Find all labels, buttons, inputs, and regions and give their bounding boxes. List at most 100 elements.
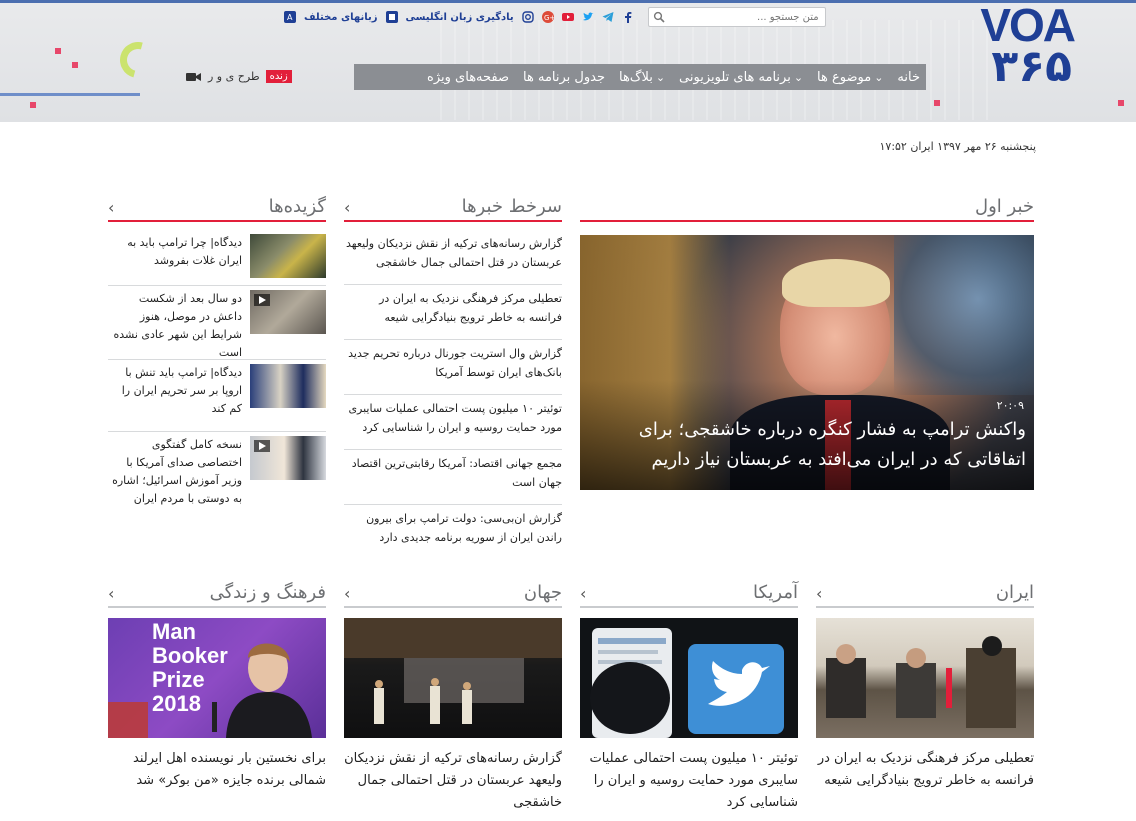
nav-item-label: بلاگ‌ها (619, 69, 653, 85)
list-item[interactable]: دیدگاه| ترامپ باید تنش با اروپا بر سر تح… (108, 360, 326, 432)
list-item-text: نسخه کامل گفتگوی اختصاصی صدای آمریکا با … (112, 438, 242, 505)
culture-card-text[interactable]: برای نخستین بار نویسنده اهل ایرلند شمالی… (108, 748, 326, 792)
chevron-left-icon[interactable]: ‹ (580, 584, 586, 603)
nav-item-schedule[interactable]: جدول برنامه ها (523, 70, 605, 85)
header-decoration (55, 48, 61, 54)
chevron-left-icon[interactable]: ‹ (344, 198, 350, 217)
thumbnail-image (250, 290, 326, 334)
telegram-icon[interactable] (602, 11, 614, 23)
header-decoration (934, 100, 940, 106)
languages-icon[interactable]: A (284, 11, 296, 23)
site-logo[interactable]: VOA ۳۶۵ (944, 2, 1076, 98)
top-story-card[interactable]: ۲۰:۰۹ واکنش ترامپ به فشار کنگره درباره خ… (580, 235, 1034, 490)
learn-english-icon[interactable] (385, 11, 398, 23)
header-decoration (1118, 100, 1124, 106)
iran-card-image[interactable] (816, 618, 1034, 738)
thumbnail-image (250, 364, 326, 408)
current-date: پنجشنبه ۲۶ مهر ۱۳۹۷ ایران ۱۷:۵۲ (879, 140, 1037, 153)
header-decoration (72, 62, 78, 68)
google-plus-icon[interactable]: G+ (541, 11, 554, 23)
languages-link[interactable]: زبانهای مختلف (304, 12, 378, 23)
twitter-logo-photo (590, 628, 784, 738)
picks-list: دیدگاه| چرا ترامپ باید به ایران غلات بفر… (108, 230, 326, 512)
section-title: گزیده‌ها (268, 196, 326, 217)
instagram-icon[interactable] (521, 11, 534, 23)
author-photo (108, 643, 312, 738)
twitter-icon[interactable] (582, 11, 594, 23)
section-title: ایران (995, 582, 1034, 603)
chevron-left-icon[interactable]: ‹ (108, 198, 114, 217)
list-item[interactable]: تعطیلی مرکز فرهنگی نزدیک به ایران در فرا… (344, 285, 562, 340)
video-play-icon (254, 294, 270, 306)
search-input[interactable] (668, 11, 819, 23)
thumbnail-image (250, 436, 326, 480)
america-card-image[interactable] (580, 618, 798, 738)
america-card-text[interactable]: توئیتر ۱۰ میلیون پست احتمالی عملیات سایب… (580, 748, 798, 814)
list-item[interactable]: دو سال بعد از شکست داعش در موصل، هنوز شر… (108, 286, 326, 360)
list-item[interactable]: گزارش ان‌بی‌سی: دولت ترامپ برای بیرون را… (344, 505, 562, 560)
header-decoration (113, 35, 163, 85)
nav-item-label: خانه (897, 69, 920, 85)
chevron-left-icon[interactable]: ‹ (816, 584, 822, 603)
nav-item-home[interactable]: خانه (897, 70, 920, 85)
culture-card-image[interactable]: Man Booker Prize 2018 (108, 618, 326, 738)
list-item[interactable]: گزارش رسانه‌های ترکیه از نقش نزدیکان ولی… (344, 230, 562, 285)
header-decoration (0, 93, 140, 96)
photo-figure (782, 259, 890, 307)
world-card-image[interactable] (344, 618, 562, 738)
site-header: VOA ۳۶۵ A زبانهای مختلف یادگیری زبان انگ… (0, 0, 1136, 122)
section-title: خبر اول (975, 196, 1034, 217)
nav-item-special-pages[interactable]: صفحه‌های ویژه (427, 70, 509, 85)
world-section-header[interactable]: ‹ جهان (344, 578, 562, 608)
video-camera-icon (186, 72, 201, 81)
video-play-icon (254, 440, 270, 452)
search-box[interactable] (647, 7, 826, 27)
main-nav: خانه موضوع ها ⌄ برنامه های تلویزیونی ⌄ بلا… (354, 64, 926, 90)
nav-item-blogs[interactable]: بلاگ‌ها ⌄ (619, 70, 665, 85)
header-decoration (30, 102, 36, 108)
nav-item-label: برنامه های تلویزیونی (679, 69, 791, 85)
live-label: طرح ی و ر (208, 70, 260, 83)
learn-english-link[interactable]: یادگیری زبان انگلیسی (406, 12, 514, 23)
thumbnail-image (250, 234, 326, 278)
iran-section-header[interactable]: ‹ ایران (816, 578, 1034, 608)
nav-item-label: جدول برنامه ها (523, 69, 605, 85)
nav-item-topics[interactable]: موضوع ها ⌄ (817, 70, 883, 85)
meeting-photo (826, 636, 1016, 728)
list-item[interactable]: گزارش وال استریت جورنال درباره تحریم جدی… (344, 340, 562, 395)
headlines-list: گزارش رسانه‌های ترکیه از نقش نزدیکان ولی… (344, 230, 562, 560)
youtube-icon[interactable] (561, 11, 574, 23)
section-title: جهان (523, 582, 562, 603)
list-item-text: دو سال بعد از شکست داعش در موصل، هنوز شر… (113, 292, 242, 359)
headlines-header[interactable]: ‹ سرخط خبرها (344, 192, 562, 222)
chevron-down-icon: ⌄ (793, 70, 804, 84)
photo-background (894, 235, 1034, 395)
list-item[interactable]: نسخه کامل گفتگوی اختصاصی صدای آمریکا با … (108, 432, 326, 512)
section-title: فرهنگ و زندگی (209, 582, 326, 603)
nav-item-label: صفحه‌های ویژه (427, 69, 510, 85)
svg-text:G+: G+ (544, 14, 554, 22)
section-title: سرخط خبرها (461, 196, 562, 217)
list-item[interactable]: دیدگاه| چرا ترامپ باید به ایران غلات بفر… (108, 230, 326, 286)
chevron-left-icon[interactable]: ‹ (344, 584, 350, 603)
list-item[interactable]: توئیتر ۱۰ میلیون پست احتمالی عملیات سایب… (344, 395, 562, 450)
chevron-left-icon[interactable]: ‹ (108, 584, 114, 603)
list-item-text: دیدگاه| چرا ترامپ باید به ایران غلات بفر… (127, 236, 242, 267)
nav-item-tv-programs[interactable]: برنامه های تلویزیونی ⌄ (679, 70, 803, 85)
top-story-header: خبر اول (580, 192, 1034, 222)
iran-card-text[interactable]: تعطیلی مرکز فرهنگی نزدیک به ایران در فرا… (816, 748, 1034, 792)
night-street-photo (344, 618, 562, 724)
live-indicator[interactable]: طرح ی و ر زنده (186, 70, 292, 83)
culture-section-header[interactable]: ‹ فرهنگ و زندگی (108, 578, 326, 608)
facebook-icon[interactable] (622, 11, 634, 23)
list-item-text: دیدگاه| ترامپ باید تنش با اروپا بر سر تح… (121, 366, 242, 415)
top-story-headline[interactable]: واکنش ترامپ به فشار کنگره درباره خاشقجی؛… (586, 415, 1026, 475)
america-section-header[interactable]: ‹ آمریکا (580, 578, 798, 608)
section-title: آمریکا (752, 582, 798, 603)
list-item[interactable]: مجمع جهانی اقتصاد: آمریکا رقابتی‌ترین اق… (344, 450, 562, 505)
picks-header[interactable]: ‹ گزیده‌ها (108, 192, 326, 222)
chevron-down-icon: ⌄ (874, 70, 884, 84)
svg-text:A: A (287, 13, 293, 22)
world-card-text[interactable]: گزارش رسانه‌های ترکیه از نقش نزدیکان ولی… (344, 748, 562, 814)
search-icon[interactable] (653, 11, 665, 23)
